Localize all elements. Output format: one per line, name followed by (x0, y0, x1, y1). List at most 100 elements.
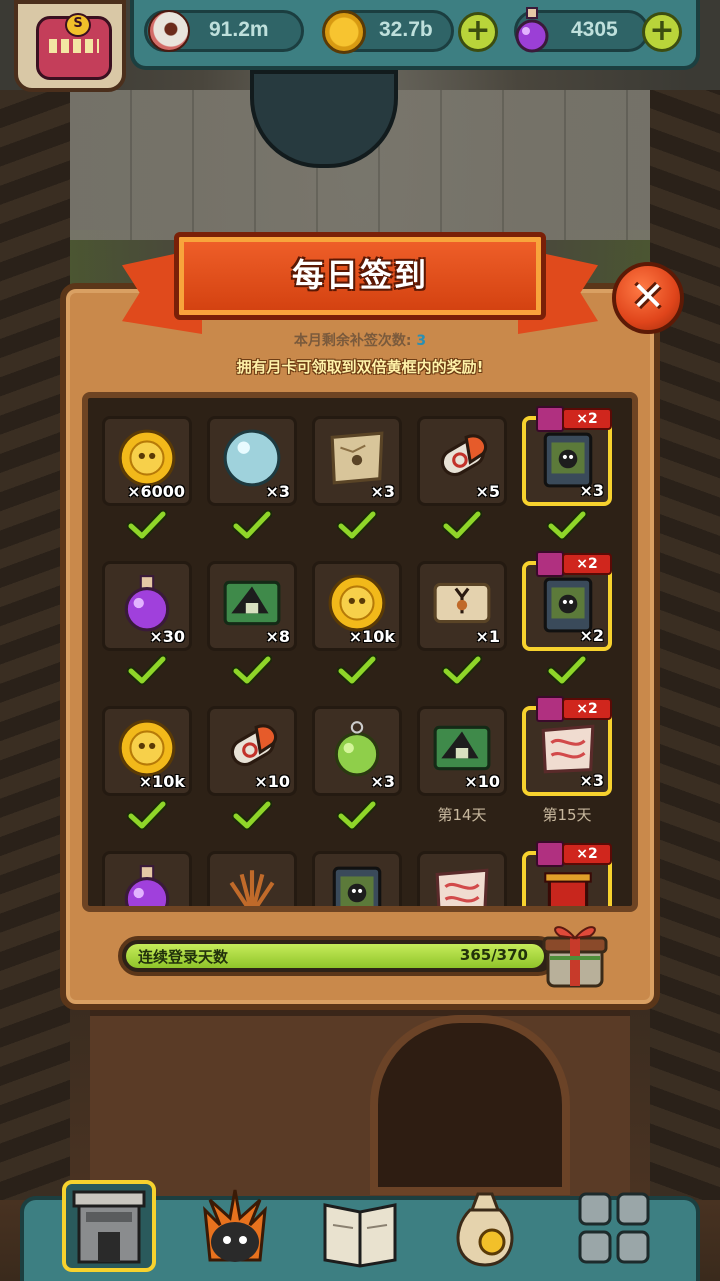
blueprint-scroll-icon (433, 725, 491, 771)
progress-label: 连续登录天数 (138, 948, 229, 966)
reward-day-cell[interactable]: ×3 (312, 706, 402, 796)
double-reward-badge: ×2 (536, 696, 612, 722)
bone-capsule-icon (230, 724, 278, 767)
monthly-card-icon (536, 841, 564, 867)
close-icon: ✕ (631, 274, 665, 320)
reward-quantity: ×3 (370, 772, 395, 791)
double-label: ×2 (562, 698, 612, 720)
deer-ticket-icon (433, 582, 491, 624)
monthly-card-icon (536, 696, 564, 722)
reward-day-cell[interactable] (102, 851, 192, 906)
reward-quantity: ×10k (348, 627, 395, 646)
grid-menu-icon[interactable] (570, 1180, 660, 1275)
reward-quantity: ×1 (475, 627, 500, 646)
red-box-icon (544, 872, 592, 906)
claimed-check-icon (231, 799, 273, 831)
eyeball-value: 91.2m (209, 18, 269, 41)
blueprint-scroll-icon (223, 580, 281, 626)
reward-day-cell[interactable]: ×3 (207, 416, 297, 506)
double-label: ×2 (562, 553, 612, 575)
double-label: ×2 (562, 408, 612, 430)
monthly-card-icon (536, 406, 564, 432)
reward-day-cell[interactable]: ×10k (102, 706, 192, 796)
reward-day-cell[interactable]: ×10 (417, 706, 507, 796)
reward-grid[interactable]: ×6000 ×3 ×3 ×5 ×3 ×2 ×30 ×8 ×10k ×1 ×2 ×2 ×10k ×10 ×3 ×… (82, 392, 638, 912)
monster-icon[interactable] (190, 1180, 280, 1275)
reward-day-cell[interactable]: ×8 (207, 561, 297, 651)
potion-value: 4305 (571, 18, 618, 41)
reward-day-cell[interactable]: ×5 (417, 416, 507, 506)
claimed-check-icon (126, 799, 168, 831)
reward-quantity: ×5 (475, 482, 500, 501)
double-label: ×2 (562, 843, 612, 865)
claimed-check-icon (336, 654, 378, 686)
bone-capsule-icon (440, 434, 488, 477)
close-button[interactable]: ✕ (612, 262, 684, 334)
buy-coin-button[interactable]: + (458, 12, 498, 52)
crystal-orb-icon (223, 429, 281, 487)
reward-day-cell[interactable] (312, 851, 402, 906)
reward-quantity: ×10 (464, 772, 500, 791)
claimed-check-icon (336, 799, 378, 831)
avatar-monster-face: S (36, 13, 112, 80)
progress-value: 365/370 (459, 946, 528, 964)
reward-day-cell[interactable]: ×1 (417, 561, 507, 651)
reward-quantity: ×3 (265, 482, 290, 501)
day-label: 第15天 (542, 806, 592, 824)
remaining-makeup-text: 本月剩余补签次数: 3 (60, 330, 660, 350)
reward-quantity: ×2 (579, 626, 604, 645)
reward-day-cell[interactable] (207, 851, 297, 906)
reward-quantity: ×30 (149, 627, 185, 646)
treasure-map-icon (330, 431, 384, 485)
reward-day-cell[interactable]: ×6000 (102, 416, 192, 506)
money-bag-icon[interactable] (440, 1180, 530, 1275)
reward-day-cell[interactable]: ×3 ×2 (522, 406, 612, 506)
double-reward-badge: ×2 (536, 406, 612, 432)
reward-quantity: ×3 (579, 771, 604, 790)
purple-potion-icon (124, 575, 170, 632)
player-avatar[interactable]: S (14, 0, 126, 92)
monthly-card-icon (536, 551, 564, 577)
reward-day-cell[interactable]: ×30 (102, 561, 192, 651)
claimed-check-icon (546, 654, 588, 686)
reward-day-cell[interactable]: ×2 ×2 (522, 551, 612, 651)
reward-day-cell[interactable] (417, 851, 507, 906)
reward-quantity: ×8 (265, 627, 290, 646)
avatar-teeth (49, 39, 99, 53)
double-reward-badge: ×2 (536, 841, 612, 867)
book-icon[interactable] (315, 1180, 405, 1275)
building-icon[interactable] (64, 1180, 154, 1275)
remaining-label: 本月剩余补签次数: (293, 333, 412, 349)
reward-day-cell[interactable]: ×3 ×2 (522, 696, 612, 796)
purple-potion-icon (124, 865, 170, 906)
claimed-check-icon (231, 509, 273, 541)
claimed-check-icon (336, 509, 378, 541)
monster-card-icon (332, 866, 382, 906)
archway (370, 1015, 570, 1195)
day-label: 第14天 (437, 806, 487, 824)
gold-coin-icon (118, 429, 176, 487)
reward-quantity: ×6000 (127, 482, 185, 501)
eyeball-icon (148, 10, 190, 52)
reward-day-cell[interactable]: ×10 (207, 706, 297, 796)
dialog-title: 每日签到 (291, 256, 428, 294)
reward-day-cell[interactable]: ×10k (312, 561, 402, 651)
reward-day-cell[interactable]: ×2 (522, 841, 612, 906)
gold-coin-icon (322, 10, 366, 54)
coin-value: 32.7b (379, 18, 433, 41)
reward-quantity: ×3 (370, 482, 395, 501)
buy-potion-button[interactable]: + (642, 12, 682, 52)
claimed-check-icon (231, 654, 273, 686)
claimed-check-icon (546, 509, 588, 541)
gift-box-icon[interactable] (540, 918, 610, 990)
purple-potion-icon (515, 7, 549, 53)
reward-quantity: ×10 (254, 772, 290, 791)
reward-day-cell[interactable]: ×3 (312, 416, 402, 506)
green-potion-icon (334, 721, 380, 777)
resource-bar: 91.2m 32.7b + 4305 + (130, 0, 700, 70)
claimed-check-icon (441, 509, 483, 541)
gold-coin-icon (328, 574, 386, 632)
monthly-card-notice: 拥有月卡可领取到双倍黄框内的奖励! (236, 358, 484, 376)
feather-plant-icon (229, 870, 275, 906)
gold-coin-icon (118, 719, 176, 777)
